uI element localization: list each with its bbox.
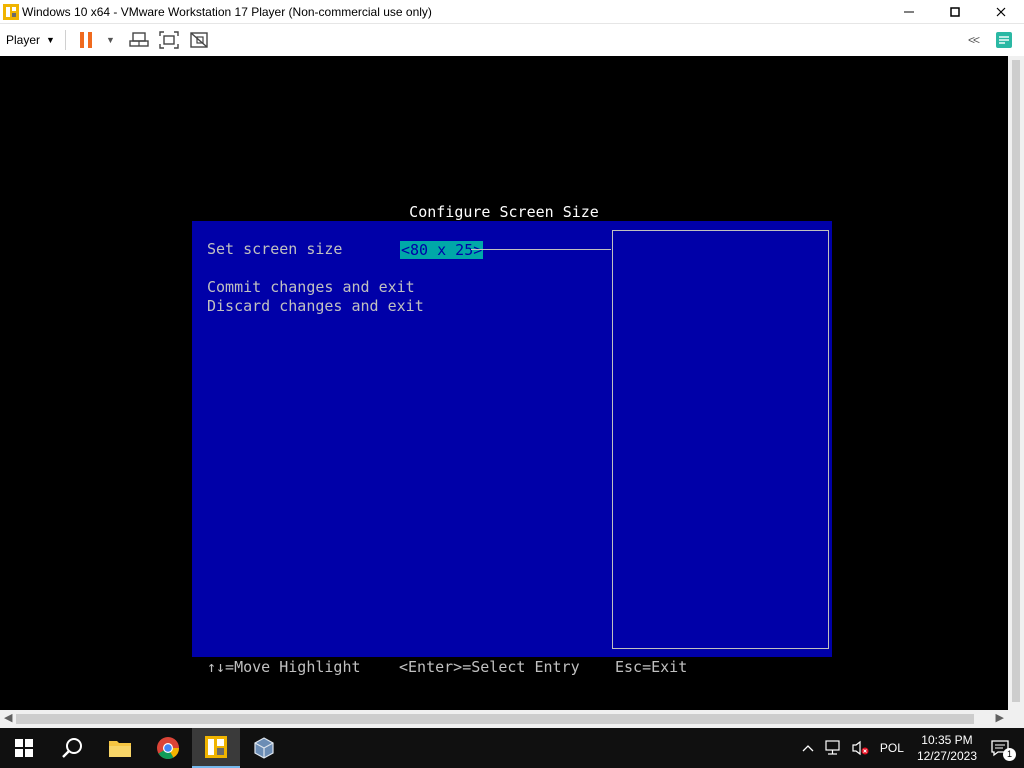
unity-button[interactable]	[189, 30, 209, 50]
message-log-button[interactable]	[994, 30, 1014, 50]
volume-muted-icon[interactable]	[852, 740, 870, 756]
minimize-button[interactable]	[886, 0, 932, 24]
virtualbox-button[interactable]	[240, 728, 288, 768]
close-button[interactable]	[978, 0, 1024, 24]
send-ctrl-alt-del-icon	[129, 32, 149, 47]
chrome-icon	[157, 737, 179, 759]
player-menu-label: Player	[6, 33, 41, 47]
scroll-right-arrow-icon[interactable]: ▶	[996, 711, 1004, 724]
horizontal-scrollbar[interactable]: ◀ ▶	[0, 710, 1024, 728]
pause-dropdown-icon[interactable]: ▼	[106, 35, 115, 45]
help-connector-line	[471, 249, 611, 250]
set-screen-size-label[interactable]: Set screen size	[207, 240, 342, 258]
send-ctrl-alt-del-button[interactable]	[129, 30, 149, 50]
vm-display[interactable]: Configure Screen Size Set screen size <8…	[0, 56, 1008, 710]
collapse-toolbar-button[interactable]: <<	[968, 33, 980, 47]
chevron-down-icon: ▼	[46, 35, 55, 45]
language-indicator[interactable]: POL	[880, 741, 904, 755]
network-icon[interactable]	[824, 740, 842, 756]
start-button[interactable]	[0, 728, 48, 768]
vm-screen-title: Configure Screen Size	[409, 203, 599, 221]
footer-select-hint: <Enter>=Select Entry	[399, 658, 580, 676]
discard-changes-item[interactable]: Discard changes and exit	[207, 297, 424, 315]
minimize-icon	[904, 11, 914, 13]
vmware-player-taskbar-button[interactable]	[192, 728, 240, 768]
vertical-scroll-thumb[interactable]	[1012, 60, 1020, 702]
vmware-player-icon	[205, 736, 227, 758]
screen-size-value[interactable]: <80 x 25>	[400, 241, 484, 259]
player-menu-button[interactable]: Player ▼	[6, 33, 55, 47]
title-bar: Windows 10 x64 - VMware Workstation 17 P…	[0, 0, 1024, 24]
fullscreen-icon	[159, 31, 179, 49]
unity-icon	[190, 32, 208, 48]
file-explorer-button[interactable]	[96, 728, 144, 768]
configure-screen-panel: Set screen size <80 x 25> Commit changes…	[192, 221, 832, 657]
clock-date: 12/27/2023	[916, 749, 977, 763]
windows-start-icon	[15, 739, 33, 757]
window-controls	[886, 0, 1024, 24]
vertical-scrollbar[interactable]	[1008, 56, 1024, 710]
toolbar-right: <<	[968, 24, 1018, 56]
vmware-app-icon	[3, 3, 19, 20]
chrome-button[interactable]	[144, 728, 192, 768]
player-toolbar: Player ▼ ▼ <<	[0, 24, 1024, 56]
window-title: Windows 10 x64 - VMware Workstation 17 P…	[22, 4, 432, 19]
help-text-box	[612, 230, 829, 649]
virtualbox-icon	[254, 737, 274, 759]
notification-center-button[interactable]: 1	[990, 739, 1016, 761]
message-log-icon	[996, 32, 1012, 48]
maximize-button[interactable]	[932, 0, 978, 24]
system-tray: POL 10:35 PM 12/27/2023 1	[797, 728, 1024, 768]
close-icon	[996, 7, 1006, 17]
pause-icon	[79, 32, 92, 48]
fullscreen-button[interactable]	[159, 30, 179, 50]
search-button[interactable]	[48, 728, 96, 768]
file-explorer-icon	[109, 741, 131, 757]
search-icon	[62, 738, 82, 758]
clock[interactable]: 10:35 PM 12/27/2023	[917, 732, 977, 764]
footer-exit-hint: Esc=Exit	[615, 658, 688, 676]
notification-count-badge: 1	[1003, 748, 1016, 761]
pause-button[interactable]	[76, 30, 96, 50]
horizontal-scroll-thumb[interactable]	[16, 714, 974, 724]
windows-taskbar: POL 10:35 PM 12/27/2023 1	[0, 728, 1024, 768]
footer-move-hint: ↑↓=Move Highlight	[207, 658, 361, 676]
chevron-up-icon[interactable]	[802, 744, 814, 752]
scroll-left-arrow-icon[interactable]: ◀	[4, 711, 12, 724]
toolbar-divider	[64, 30, 66, 50]
maximize-icon	[950, 7, 960, 17]
commit-changes-item[interactable]: Commit changes and exit	[207, 278, 415, 296]
clock-time: 10:35 PM	[921, 733, 973, 747]
